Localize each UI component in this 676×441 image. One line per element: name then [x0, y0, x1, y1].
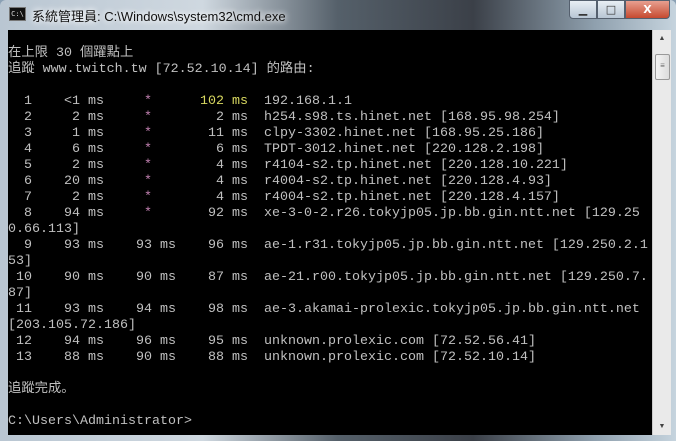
scroll-up-icon[interactable]: ▲ [653, 30, 671, 47]
round-trip-time: 2 ms [216, 110, 248, 125]
hop-number: 4 [24, 142, 32, 157]
scroll-down-icon[interactable]: ▼ [653, 418, 671, 435]
host-address: TPDT-3012.hinet.net [220.128.2.198] [264, 142, 544, 157]
round-trip-time: 4 ms [216, 174, 248, 189]
header-line [8, 30, 648, 46]
host-address: r4104-s2.tp.hinet.net [220.128.10.221] [264, 158, 568, 173]
hop-number: 1 [24, 94, 32, 109]
round-trip-time: 2 ms [72, 158, 104, 173]
console-output[interactable]: 在上限 30 個躍點上 追蹤 www.twitch.tw [72.52.10.14… [8, 30, 652, 435]
header-line: 追蹤 www.twitch.tw [72.52.10.14] 的路由: [8, 62, 315, 77]
hop-row: 3 1 ms * 11 ms clpy-3302.hinet.net [168.… [8, 126, 648, 142]
timeout-star: * [144, 142, 152, 157]
hop-number: 7 [24, 190, 32, 205]
timeout-star: * [144, 110, 152, 125]
hop-row: 11 93 ms 94 ms 98 ms ae-3.akamai-prolexi… [8, 302, 648, 334]
hop-row: 8 94 ms * 92 ms xe-3-0-2.r26.tokyjp05.jp… [8, 206, 648, 238]
caption-buttons: ▁ □ X [569, 0, 670, 20]
host-address: ae-3.akamai-prolexic.tokyjp05.jp.bb.gin.… [8, 302, 648, 333]
round-trip-time: 93 ms [64, 302, 104, 317]
host-address: clpy-3302.hinet.net [168.95.25.186] [264, 126, 544, 141]
round-trip-time: 11 ms [208, 126, 248, 141]
round-trip-time: 4 ms [216, 158, 248, 173]
round-trip-time: 102 ms [200, 94, 248, 109]
round-trip-time: 6 ms [216, 142, 248, 157]
footer-line [8, 366, 648, 382]
hop-row: 7 2 ms * 4 ms r4004-s2.tp.hinet.net [220… [8, 190, 648, 206]
round-trip-time: 4 ms [216, 190, 248, 205]
hop-row: 10 90 ms 90 ms 87 ms ae-21.r00.tokyjp05.… [8, 270, 648, 302]
round-trip-time: 87 ms [208, 270, 248, 285]
command-prompt: C:\Users\Administrator> [8, 414, 192, 429]
maximize-button[interactable]: □ [597, 0, 625, 19]
timeout-star: * [144, 206, 152, 221]
host-address: h254.s98.ts.hinet.net [168.95.98.254] [264, 110, 560, 125]
scroll-thumb[interactable]: ≡ [655, 54, 670, 80]
timeout-star: * [144, 158, 152, 173]
hop-number: 3 [24, 126, 32, 141]
round-trip-time: 1 ms [72, 126, 104, 141]
window-title: 系統管理員: C:\Windows\system32\cmd.exe [32, 9, 286, 24]
host-address: r4004-s2.tp.hinet.net [220.128.4.93] [264, 174, 552, 189]
host-address: unknown.prolexic.com [72.52.10.14] [264, 350, 536, 365]
hop-row: 4 6 ms * 6 ms TPDT-3012.hinet.net [220.1… [8, 142, 648, 158]
round-trip-time: 90 ms [136, 350, 176, 365]
hop-row: 6 20 ms * 4 ms r4004-s2.tp.hinet.net [22… [8, 174, 648, 190]
timeout-star: * [144, 174, 152, 189]
hop-number: 6 [24, 174, 32, 189]
round-trip-time: 90 ms [64, 270, 104, 285]
title-bar[interactable]: C:\ 系統管理員: C:\Windows\system32\cmd.exe ▁… [0, 0, 676, 30]
hop-number: 8 [24, 206, 32, 221]
host-address: ae-21.r00.tokyjp05.jp.bb.gin.ntt.net [12… [8, 270, 648, 301]
timeout-star: * [144, 190, 152, 205]
hop-number: 12 [16, 334, 32, 349]
round-trip-time: 95 ms [208, 334, 248, 349]
hop-row: 12 94 ms 96 ms 95 ms unknown.prolexic.co… [8, 334, 648, 350]
round-trip-time: 6 ms [72, 142, 104, 157]
round-trip-time: 93 ms [136, 238, 176, 253]
round-trip-time: 88 ms [64, 350, 104, 365]
timeout-star: * [144, 94, 152, 109]
host-address: ae-1.r31.tokyjp05.jp.bb.gin.ntt.net [129… [8, 238, 648, 269]
timeout-star: * [144, 126, 152, 141]
round-trip-time: 90 ms [136, 270, 176, 285]
hop-row: 1 <1 ms * 102 ms 192.168.1.1 [8, 94, 648, 110]
console-text: 在上限 30 個躍點上 追蹤 www.twitch.tw [72.52.10.14… [8, 30, 648, 430]
round-trip-time: 92 ms [208, 206, 248, 221]
host-address: r4004-s2.tp.hinet.net [220.128.4.157] [264, 190, 560, 205]
round-trip-time: 98 ms [208, 302, 248, 317]
hop-number: 5 [24, 158, 32, 173]
vertical-scrollbar[interactable]: ▲ ≡ ▼ [652, 30, 671, 435]
header-line: 在上限 30 個躍點上 [8, 46, 134, 61]
round-trip-time: 88 ms [208, 350, 248, 365]
round-trip-time: 20 ms [64, 174, 104, 189]
round-trip-time: 2 ms [72, 190, 104, 205]
hop-row: 9 93 ms 93 ms 96 ms ae-1.r31.tokyjp05.jp… [8, 238, 648, 270]
hop-number: 10 [16, 270, 32, 285]
hop-number: 13 [16, 350, 32, 365]
footer-line [8, 398, 648, 414]
host-address: unknown.prolexic.com [72.52.56.41] [264, 334, 536, 349]
round-trip-time: 96 ms [208, 238, 248, 253]
footer-line: 追蹤完成。 [8, 382, 75, 397]
hop-number: 11 [16, 302, 32, 317]
minimize-button[interactable]: ▁ [569, 0, 597, 19]
host-address: 192.168.1.1 [264, 94, 352, 109]
hop-row: 2 2 ms * 2 ms h254.s98.ts.hinet.net [168… [8, 110, 648, 126]
cmd-icon: C:\ [9, 7, 26, 21]
cmd-window: C:\ 系統管理員: C:\Windows\system32\cmd.exe ▁… [0, 0, 676, 441]
round-trip-time: 94 ms [64, 206, 104, 221]
round-trip-time: 94 ms [136, 302, 176, 317]
hop-row: 13 88 ms 90 ms 88 ms unknown.prolexic.co… [8, 350, 648, 366]
hop-number: 9 [24, 238, 32, 253]
header-line [8, 78, 648, 94]
hop-row: 5 2 ms * 4 ms r4104-s2.tp.hinet.net [220… [8, 158, 648, 174]
round-trip-time: <1 ms [64, 94, 104, 109]
round-trip-time: 96 ms [136, 334, 176, 349]
round-trip-time: 2 ms [72, 110, 104, 125]
round-trip-time: 93 ms [64, 238, 104, 253]
close-button[interactable]: X [625, 0, 670, 19]
hop-number: 2 [24, 110, 32, 125]
round-trip-time: 94 ms [64, 334, 104, 349]
